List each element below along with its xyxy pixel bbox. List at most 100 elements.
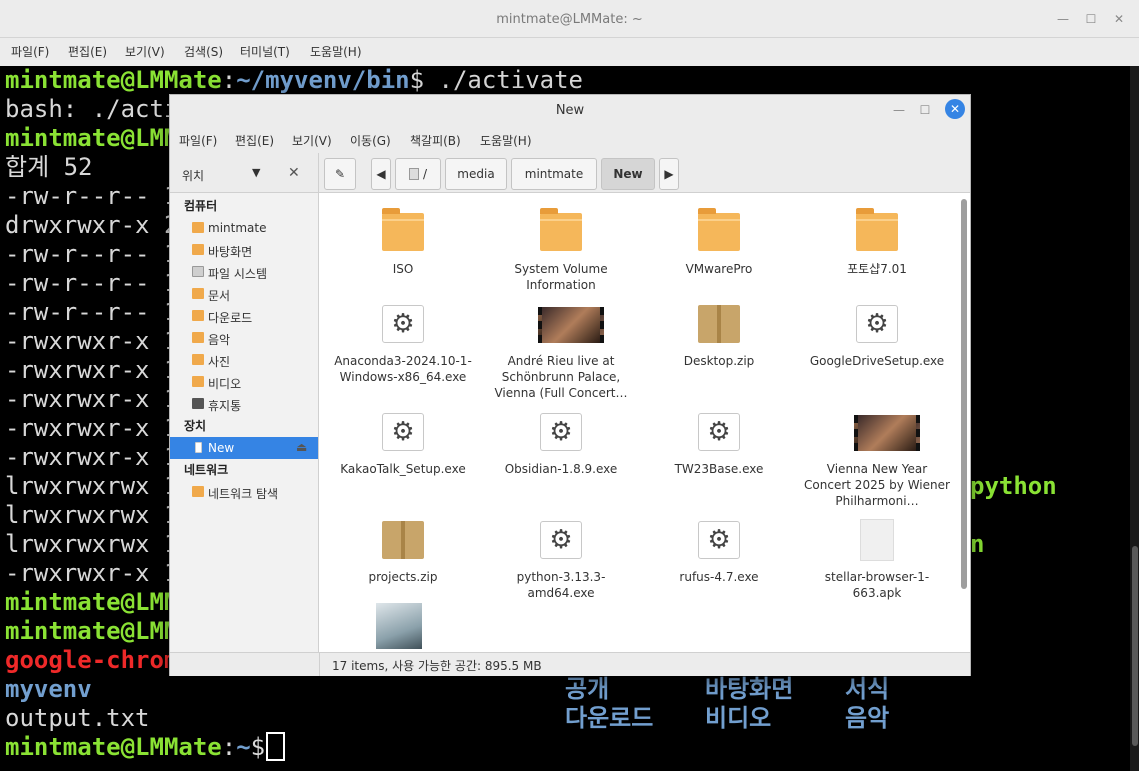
sidebar-head-computer: 컴퓨터 <box>184 199 218 213</box>
home-folder-icon <box>192 222 204 233</box>
sidebar-item-music[interactable]: 음악 <box>170 327 318 349</box>
terminal-line: -rw-r--r-- 1 <box>5 269 179 297</box>
menu-help[interactable]: 도움말(H) <box>310 43 362 60</box>
terminal-title: mintmate@LMMate: ~ <box>496 12 643 27</box>
edit-path-button[interactable]: ✎ <box>324 158 356 190</box>
folder-icon <box>856 208 898 251</box>
fm-menu-file[interactable]: 파일(F) <box>179 132 217 149</box>
downloads-folder-icon <box>192 310 204 321</box>
sidebar-item-pictures[interactable]: 사진 <box>170 349 318 371</box>
terminal-line: -rwxrwxr-x 1 <box>5 443 179 471</box>
terminal-line: -rw-r--r-- 1 <box>5 240 179 268</box>
breadcrumb-media[interactable]: media <box>445 158 507 190</box>
terminal-dir: 음악 <box>845 704 890 732</box>
fm-menubar: 파일(F) 편집(E) 보기(V) 이동(G) 책갈피(B) 도움말(H) <box>170 125 970 153</box>
close-sidebar-icon[interactable]: ✕ <box>288 165 300 181</box>
folder-icon <box>382 208 424 251</box>
pictures-folder-icon <box>192 354 204 365</box>
breadcrumb-back-button[interactable]: ◀ <box>371 158 391 190</box>
file-grid[interactable]: ISO System Volume Information VMwarePro … <box>320 193 970 652</box>
drive-icon <box>192 266 204 277</box>
terminal-dir: 공개 <box>565 675 610 703</box>
terminal-scrollbar[interactable] <box>1130 66 1139 771</box>
music-folder-icon <box>192 332 204 343</box>
sidebar-item-new-device[interactable]: New ⏏ <box>170 437 318 459</box>
network-icon <box>192 486 204 497</box>
terminal-line: drwxrwxr-x 2 <box>5 211 179 239</box>
terminal-line: lrwxrwxrwx 1 <box>5 472 179 500</box>
documents-folder-icon <box>192 288 204 299</box>
terminal-line: lrwxrwxrwx 1 <box>5 530 179 558</box>
terminal-line: mintmate@LMM <box>5 124 179 152</box>
close-icon[interactable]: ✕ <box>945 99 965 119</box>
status-text: 17 items, 사용 가능한 공간: 895.5 MB <box>332 659 542 673</box>
status-bar: 17 items, 사용 가능한 공간: 895.5 MB <box>320 652 970 676</box>
menu-view[interactable]: 보기(V) <box>125 43 165 60</box>
terminal-line: -rwxrwxr-x 1 <box>5 414 179 442</box>
minimize-icon[interactable]: — <box>892 103 906 117</box>
fm-menu-edit[interactable]: 편집(E) <box>235 132 274 149</box>
gear-icon: ⚙ <box>698 521 740 559</box>
fm-menu-bookmarks[interactable]: 책갈피(B) <box>410 132 461 149</box>
terminal-dir: 다운로드 <box>565 704 654 732</box>
breadcrumb-root[interactable]: / <box>395 158 441 190</box>
terminal-line: output.txt <box>5 704 150 732</box>
file-manager-window: New — ☐ ✕ 파일(F) 편집(E) 보기(V) 이동(G) 책갈피(B)… <box>169 94 971 676</box>
terminal-link-target: n <box>970 530 985 558</box>
terminal-line: myvenv <box>5 675 92 703</box>
terminal-line: google-chrom <box>5 646 179 674</box>
sidebar-item-documents[interactable]: 문서 <box>170 283 318 305</box>
menu-search[interactable]: 검색(S) <box>184 43 223 60</box>
maximize-icon[interactable]: ☐ <box>918 103 932 117</box>
menu-terminal[interactable]: 터미널(T) <box>240 43 290 60</box>
places-label: 위치 <box>182 169 205 183</box>
folder-icon <box>698 208 740 251</box>
chevron-right-icon: ▶ <box>664 167 674 181</box>
file-item[interactable] <box>316 601 466 649</box>
gear-icon: ⚙ <box>382 413 424 451</box>
eject-icon[interactable]: ⏏ <box>296 440 307 454</box>
sidebar-item-downloads[interactable]: 다운로드 <box>170 305 318 327</box>
sidebar-item-home[interactable]: mintmate <box>170 217 318 239</box>
chevron-down-icon[interactable]: ▼ <box>252 166 260 179</box>
gear-icon: ⚙ <box>540 521 582 559</box>
menu-file[interactable]: 파일(F) <box>11 43 49 60</box>
close-icon[interactable]: ✕ <box>1112 12 1126 26</box>
maximize-icon[interactable]: ☐ <box>1084 12 1098 26</box>
fm-menu-go[interactable]: 이동(G) <box>350 132 391 149</box>
gear-icon: ⚙ <box>540 413 582 451</box>
sidebar-item-filesystem[interactable]: 파일 시스템 <box>170 261 318 283</box>
terminal-scrollbar-thumb[interactable] <box>1132 546 1138 746</box>
sidebar-head-network: 네트워크 <box>184 463 229 477</box>
sidebar-item-network-browse[interactable]: 네트워크 탐색 <box>170 481 318 503</box>
terminal-cursor <box>266 732 285 761</box>
file-icon <box>860 519 894 561</box>
terminal-line: 합계 52 <box>5 153 93 181</box>
fm-scrollbar[interactable] <box>960 195 968 650</box>
breadcrumb-forward-button[interactable]: ▶ <box>659 158 679 190</box>
places-header: 위치 ▼ ✕ <box>170 153 319 193</box>
minimize-icon[interactable]: — <box>1056 12 1070 26</box>
trash-icon <box>192 398 204 409</box>
gear-icon: ⚙ <box>856 305 898 343</box>
breadcrumb-mintmate[interactable]: mintmate <box>511 158 597 190</box>
fm-toolbar: ✎ ◀ / media mintmate New ▶ <box>319 153 970 193</box>
folder-icon <box>540 208 582 251</box>
sidebar-item-videos[interactable]: 비디오 <box>170 371 318 393</box>
fm-menu-view[interactable]: 보기(V) <box>292 132 332 149</box>
terminal-link-target: python <box>970 472 1057 500</box>
terminal-line: mintmate@LMM <box>5 588 179 616</box>
breadcrumb-new[interactable]: New <box>601 158 655 190</box>
video-thumbnail-icon <box>538 307 604 343</box>
sidebar-item-trash[interactable]: 휴지통 <box>170 393 318 415</box>
terminal-dir: 서식 <box>845 675 890 703</box>
sidebar-item-desktop[interactable]: 바탕화면 <box>170 239 318 261</box>
fm-scrollbar-thumb[interactable] <box>961 199 967 589</box>
terminal-line: -rwxrwxr-x 1 <box>5 356 179 384</box>
terminal-titlebar: mintmate@LMMate: ~ — ☐ ✕ <box>0 0 1139 38</box>
fm-menu-help[interactable]: 도움말(H) <box>480 132 532 149</box>
terminal-line: mintmate@LMM <box>5 617 179 645</box>
terminal-prompt: mintmate@LMMate:~$ <box>5 733 280 761</box>
menu-edit[interactable]: 편집(E) <box>68 43 107 60</box>
terminal-line: -rwxrwxr-x 1 <box>5 327 179 355</box>
